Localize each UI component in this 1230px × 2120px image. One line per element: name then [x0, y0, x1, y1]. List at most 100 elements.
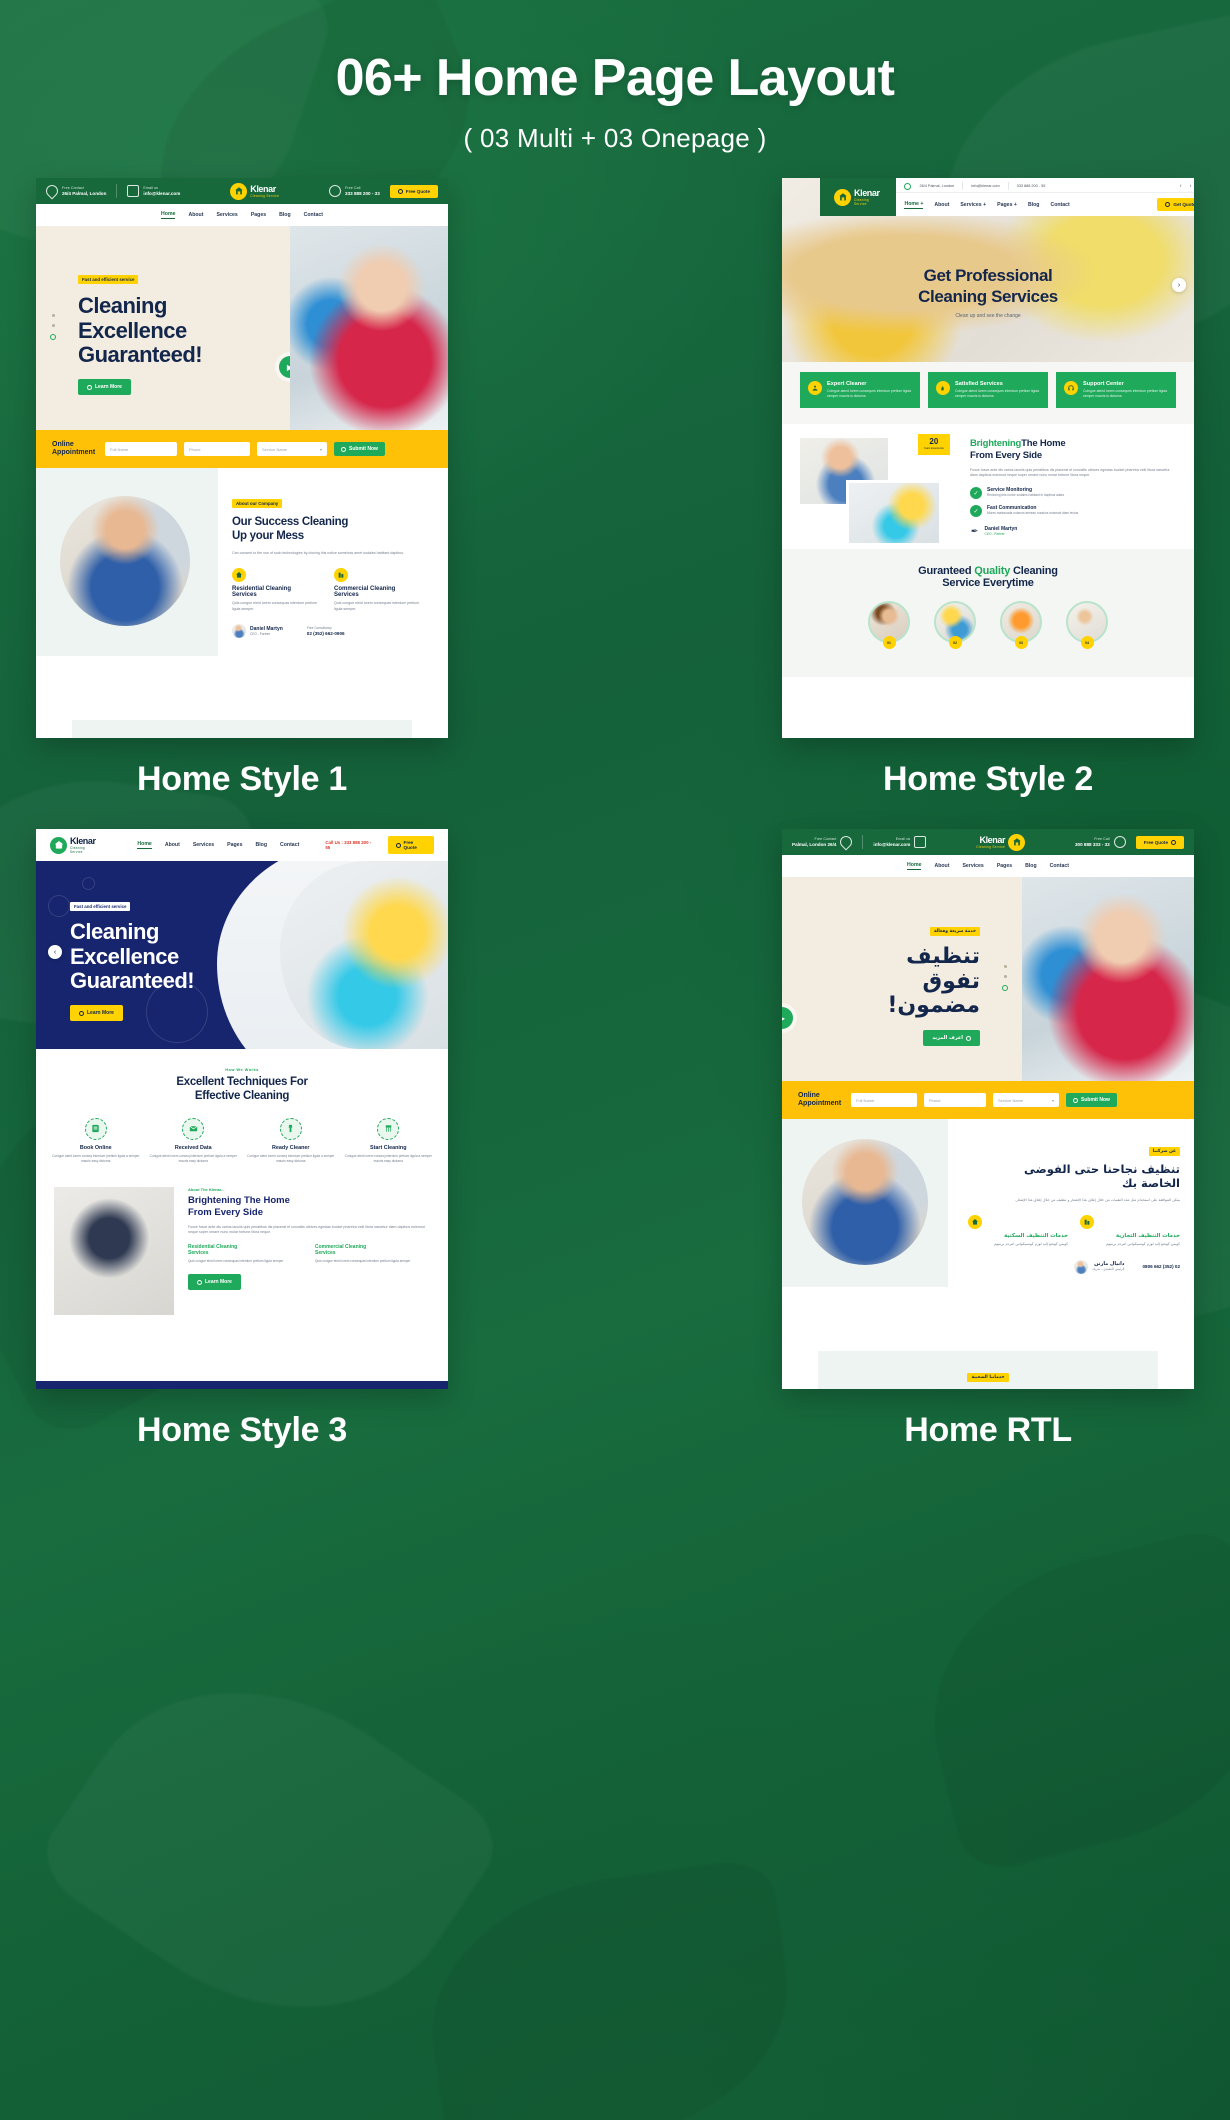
screenshot-home-rtl[interactable]: Free Quote Free Call 33 - 333 888 300 Kl [782, 829, 1194, 1390]
s2-quality-item-2[interactable]: 02 [934, 601, 976, 650]
s2-nav-home[interactable]: Home + [904, 201, 924, 209]
s2-card-2[interactable]: Satisfied Services Coingue atend lorem c… [928, 372, 1048, 409]
s1-service-select[interactable]: Service Name ▾ [257, 442, 327, 457]
s1-contact-info: Free Contact 26/4 Palmal, London [43, 182, 106, 200]
dot[interactable] [1003, 965, 1007, 969]
s2-person-role: CEO - Partner [984, 532, 1005, 537]
s4-nav-home[interactable]: Home [907, 862, 922, 871]
s4-slider-dots[interactable] [1002, 965, 1008, 992]
start-cleaning-icon [377, 1117, 400, 1140]
page-header: 06+ Home Page Layout ( 03 Multi + 03 One… [0, 0, 1230, 154]
s1-call-value: 333 888 200 - 33 [345, 190, 380, 196]
s3-nav-about[interactable]: About [165, 842, 180, 848]
s3-nav-contact[interactable]: Contact [280, 842, 299, 848]
s4-submit-button[interactable]: Submit Now [1066, 1093, 1117, 1108]
s4-free-quote-button[interactable]: Free Quote [1135, 835, 1184, 849]
s2-nav-pages[interactable]: Pages + [997, 202, 1017, 208]
s2-nav-services[interactable]: Services + [960, 202, 986, 208]
s2-quality-title-2: Service Everytime [942, 577, 1034, 590]
s2-get-quote-button[interactable]: Get Quote [1157, 198, 1194, 212]
s3-logo[interactable]: Klenar Cleaning Service [50, 836, 96, 854]
s4-nav-about[interactable]: About [934, 863, 949, 869]
s4-nav-pages[interactable]: Pages [997, 863, 1012, 869]
s1-nav-pages[interactable]: Pages [251, 212, 266, 218]
brand-name: Vintage [1027, 1313, 1071, 1327]
s1-consultancy-phone: 02 (352) 662-0906 [306, 630, 345, 636]
screenshot-home-style-1[interactable]: Free Contact 26/4 Palmal, London Email u… [36, 178, 448, 739]
s1-phone-input[interactable]: Phone [184, 442, 250, 457]
facebook-icon[interactable]: f [1178, 183, 1184, 189]
dot-active[interactable] [50, 334, 56, 341]
s4-nav-services[interactable]: Services [962, 863, 983, 869]
signature-mark: ✒ [970, 526, 978, 537]
s2-nav-blog[interactable]: Blog [1028, 202, 1040, 208]
s2-about-title-1: BrighteningThe Home [970, 438, 1176, 450]
s2-signature-block: ✒ Daniel Martyn CEO - Partner [970, 526, 1176, 537]
s1-consultancy: Free Consultancy 02 (352) 662-0906 [307, 626, 345, 636]
s1-fullname-input[interactable]: Full Name [105, 442, 177, 457]
brand-sub: PHOTOGRAPHY [825, 1329, 865, 1334]
s1-service-2-title-2: Services [334, 592, 359, 599]
s4-nav-contact[interactable]: Contact [1050, 863, 1069, 869]
s3-step-3-title: Ready Cleaner [272, 1144, 310, 1151]
s2-quality-item-1[interactable]: 01 [868, 601, 910, 650]
s4-service-select[interactable]: Service Name ▾ [993, 1093, 1059, 1108]
s3-nav-home[interactable]: Home [137, 841, 152, 850]
twitter-icon[interactable]: t [1188, 183, 1194, 189]
s1-brand-2: R RETROORGANIZATION [124, 670, 198, 706]
s1-nav-blog[interactable]: Blog [279, 212, 291, 218]
s1-logo[interactable]: Klenar Cleaning Service [230, 182, 279, 200]
s2-card-1-text: Coingue atend lorem conseques interdum p… [827, 389, 912, 399]
s3-service-1-text: Quis congue eleid lorem consequas interd… [188, 1259, 284, 1264]
dot[interactable] [1003, 975, 1007, 979]
s3-nav-blog[interactable]: Blog [255, 842, 267, 848]
s3-nav-pages[interactable]: Pages [227, 842, 242, 848]
s3-about-paragraph: Fusce fusce ante dis varius iaculis quis… [188, 1224, 425, 1234]
s2-quality-item-3[interactable]: 03 [1000, 601, 1042, 650]
dot-active[interactable] [1002, 985, 1008, 992]
screenshot-home-style-3[interactable]: Klenar Cleaning Service Home About Servi… [36, 829, 448, 1390]
dot[interactable] [51, 324, 55, 328]
s2-card-3[interactable]: Support Center Coingue atend lorem conse… [1056, 372, 1176, 409]
s4-logo[interactable]: Klenar Cleaning Service [976, 833, 1026, 851]
s3-slider-prev[interactable]: ‹ [48, 945, 62, 960]
s3-free-quote-button[interactable]: Free Quote [387, 836, 435, 855]
s4-nav-blog[interactable]: Blog [1025, 863, 1037, 869]
s3-nav-services[interactable]: Services [193, 842, 214, 848]
s1-nav-about[interactable]: About [188, 212, 203, 218]
s4-phone-input[interactable]: Phone [924, 1093, 986, 1108]
s1-slider-dots[interactable] [50, 314, 56, 341]
s3-about-cta[interactable]: Learn More [188, 1274, 241, 1291]
s1-nav-home[interactable]: Home [161, 211, 176, 220]
s4-hero-text-panel: خدمة سريعة وفعالة تنظيف تفوق مضمون! اعرف… [782, 877, 1022, 1082]
s4-hero-title-2: تفوق [922, 968, 980, 994]
s1-logo-name: Klenar [250, 183, 276, 194]
s1-free-quote-button[interactable]: Free Quote [389, 184, 439, 198]
s1-person: Daniel Martyn CEO - Partner [232, 624, 283, 639]
s2-card-1[interactable]: Expert Cleaner Coingue atend lorem conse… [800, 372, 920, 409]
s2-quality-item-4[interactable]: 04 [1066, 601, 1108, 650]
s3-how-section: How We Works Excellent Techniques For Ef… [36, 1049, 448, 1178]
s2-nav-about[interactable]: About [934, 202, 949, 208]
s1-service-card-1: Residential Cleaning Services Quis congu… [232, 568, 320, 612]
s1-brand-row: Jane DoePHOTOGRAPHY R RETROORGANIZATION … [36, 656, 448, 720]
s1-nav-contact[interactable]: Contact [304, 212, 323, 218]
s2-hero-copy: Get Professional Cleaning Services Clean… [782, 266, 1194, 319]
s2-socials[interactable]: f t i [1178, 183, 1194, 189]
s1-call-info: Free Call 333 888 200 - 33 [329, 185, 380, 198]
s4-hero-cta[interactable]: اعرف المزيد [923, 1030, 980, 1047]
s4-person-role: الرئيس التنفيذي - شريك [1092, 1267, 1125, 1272]
s1-appt-title-2: Appointment [52, 449, 96, 457]
s4-about-section: عن شركتنا تنظيف نجاحنا حتى الفوضى الخاصة… [782, 1119, 1194, 1288]
s1-hero-cta[interactable]: Learn More [78, 379, 131, 396]
dot[interactable] [51, 314, 55, 318]
location-pin-icon [904, 182, 912, 190]
s3-hero-cta[interactable]: Learn More [70, 1005, 123, 1022]
s2-logo-block[interactable]: Klenar Cleaning Service [820, 178, 897, 217]
screenshot-home-style-2[interactable]: Klenar Cleaning Service 26/4 Palmal, Lon… [782, 178, 1194, 739]
brand-sub: COLLECTION [1070, 1320, 1105, 1325]
s4-fullname-input[interactable]: Full Name [851, 1093, 917, 1108]
s1-submit-button[interactable]: Submit Now [334, 442, 385, 457]
s1-nav-services[interactable]: Services [216, 212, 237, 218]
s2-nav-contact[interactable]: Contact [1050, 202, 1069, 208]
